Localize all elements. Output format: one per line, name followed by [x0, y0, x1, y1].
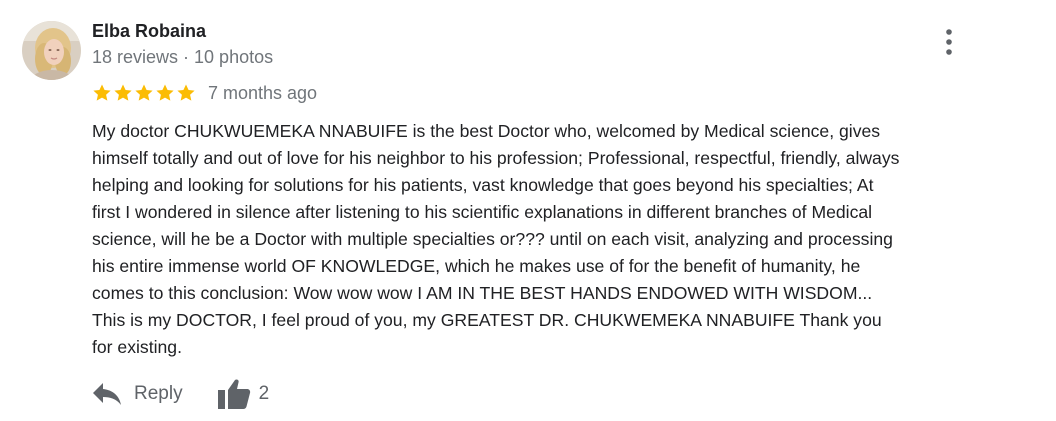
star-icon	[177, 84, 195, 101]
author-name[interactable]: Elba Robaina	[92, 21, 206, 42]
star-icon	[135, 84, 153, 101]
star-rating	[92, 83, 196, 103]
star-icon	[114, 84, 132, 101]
more-options-button[interactable]	[931, 24, 967, 60]
more-vertical-icon	[946, 29, 952, 55]
like-button[interactable]: 2	[217, 378, 270, 410]
star-icon	[156, 84, 174, 101]
review-date: 7 months ago	[208, 82, 318, 103]
avatar[interactable]	[22, 21, 81, 80]
star-icon	[93, 84, 111, 101]
author-meta: 18 reviews · 10 photos	[92, 47, 274, 67]
reply-label: Reply	[134, 383, 183, 404]
avatar-photo	[22, 21, 81, 80]
review-actions: Reply 2	[92, 376, 269, 412]
reply-icon	[93, 383, 121, 405]
reply-button[interactable]: Reply	[92, 381, 183, 407]
review-text: My doctor CHUKWUEMEKA NNABUIFE is the be…	[92, 121, 900, 357]
rating-row: 7 months ago	[92, 82, 317, 104]
like-count: 2	[258, 383, 270, 404]
thumbs-up-icon	[217, 379, 250, 409]
